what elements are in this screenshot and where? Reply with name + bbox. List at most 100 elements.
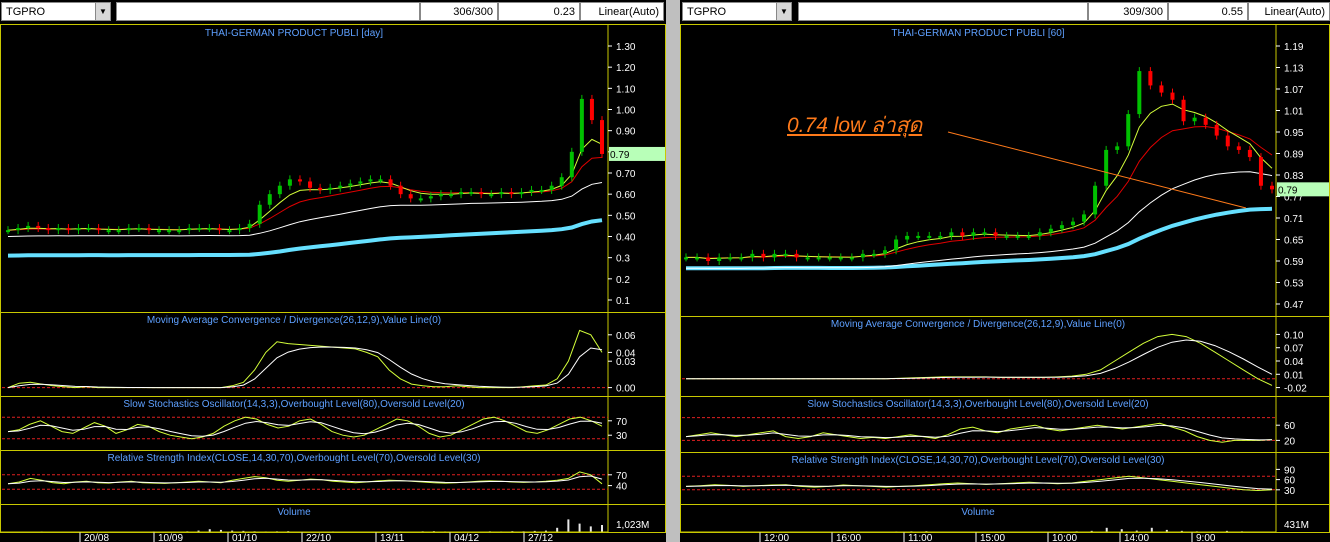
candle-body xyxy=(838,257,843,260)
candle-body xyxy=(816,257,821,260)
candle-body xyxy=(982,232,987,235)
candle-body xyxy=(157,230,162,233)
indicator-line xyxy=(686,333,1273,386)
price-tick-label: 0.59 xyxy=(1284,257,1304,268)
candle-body xyxy=(1082,214,1087,222)
volume-bar xyxy=(567,519,570,532)
candle-body xyxy=(559,177,564,186)
ma-short-line xyxy=(7,138,603,231)
candle-body xyxy=(805,257,810,260)
candle-body xyxy=(849,257,854,260)
candle-body xyxy=(56,228,61,231)
price-tick-label: 0.40 xyxy=(616,233,636,244)
candle-body xyxy=(328,187,333,190)
candle-body xyxy=(927,235,932,238)
candle-body xyxy=(167,230,172,233)
panel-divider[interactable] xyxy=(666,0,680,542)
price-tick-label: 1.00 xyxy=(616,106,636,117)
price-title: THAI-GERMAN PRODUCT PUBLI [60] xyxy=(891,28,1064,39)
left-chart-panel: TGPRO ▼ 306/300 0.23 Linear(Auto) THAI-G… xyxy=(0,0,666,542)
candle-body xyxy=(86,228,91,231)
price-tick-label: 0.89 xyxy=(1284,150,1304,161)
candle-body xyxy=(217,228,222,231)
x-tick-label: 10:00 xyxy=(1052,533,1077,542)
candle-body xyxy=(1104,149,1109,186)
candle-body xyxy=(860,253,865,258)
candle-body xyxy=(960,232,965,236)
candle-body xyxy=(750,253,755,258)
price-tick-label: 0.83 xyxy=(1284,171,1304,182)
x-tick-label: 16:00 xyxy=(836,533,861,542)
indicator-tick-label: 0.04 xyxy=(1284,357,1304,368)
candle-body xyxy=(827,257,832,260)
volume-tick-label: 431M xyxy=(1284,520,1309,531)
candle-body xyxy=(277,185,282,195)
candle-body xyxy=(1225,135,1230,147)
x-tick-label: 10/09 xyxy=(158,533,183,542)
last-price-label: 0.79 xyxy=(1278,185,1298,196)
indicator-tick-label: 20 xyxy=(1284,436,1296,447)
indicator-signal-line xyxy=(686,339,1273,380)
candle-body xyxy=(1148,71,1153,86)
candle-body xyxy=(569,151,574,178)
ma-long-line xyxy=(7,218,603,258)
macd-title: Moving Average Convergence / Divergence(… xyxy=(831,319,1125,330)
candle-body xyxy=(459,192,464,195)
candle-body xyxy=(1015,235,1020,238)
candle-body xyxy=(871,253,876,256)
volume-title: Volume xyxy=(961,507,995,518)
candle-body xyxy=(1037,232,1042,236)
candle-body xyxy=(318,187,323,190)
price-tick-label: 0.1 xyxy=(616,296,630,307)
candle-body xyxy=(398,185,403,195)
indicator-signal-line xyxy=(7,346,603,389)
candle-body xyxy=(993,232,998,236)
candle-body xyxy=(479,192,484,195)
candle-body xyxy=(794,253,799,258)
candle-body xyxy=(905,235,910,240)
candle-body xyxy=(539,189,544,192)
candle-body xyxy=(177,230,182,233)
indicator-tick-label: 0.07 xyxy=(1284,344,1304,355)
indicator-signal-line xyxy=(7,475,603,485)
pane-border-0 xyxy=(680,24,1330,317)
indicator-tick-label: 0.00 xyxy=(616,384,636,395)
candle-body xyxy=(247,223,252,229)
indicator-tick-label: 70 xyxy=(616,417,628,428)
candle-body xyxy=(136,228,141,231)
candle-body xyxy=(529,189,534,193)
volume-tick-label: 1,023M xyxy=(616,520,649,531)
x-tick-label: 27/12 xyxy=(528,533,553,542)
candle-body xyxy=(368,179,373,182)
candle-body xyxy=(883,250,888,254)
candle-body xyxy=(916,235,921,238)
candle-body xyxy=(1004,235,1009,238)
indicator-tick-label: 30 xyxy=(1284,486,1296,497)
volume-bar xyxy=(1105,527,1108,532)
candle-body xyxy=(1192,117,1197,122)
candle-body xyxy=(600,120,604,154)
price-tick-label: 0.3 xyxy=(616,254,630,265)
candle-body xyxy=(706,257,711,261)
candle-body xyxy=(408,194,413,199)
annotation-text: 0.74 low ล่าสุด xyxy=(787,114,923,137)
indicator-line xyxy=(7,416,603,440)
candle-body xyxy=(949,232,954,236)
candle-body xyxy=(1214,124,1219,136)
price-tick-label: 0.2 xyxy=(616,275,630,286)
candle-body xyxy=(96,228,101,231)
candle-body xyxy=(1181,99,1186,122)
right-chart-svg: THAI-GERMAN PRODUCT PUBLI [60] 1.19 1.13 1.… xyxy=(680,24,1330,542)
x-tick-label: 11:00 xyxy=(908,533,933,542)
candle-body xyxy=(1170,92,1175,100)
x-tick-label: 04/12 xyxy=(454,533,479,542)
candle-body xyxy=(378,179,383,182)
indicator-tick-label: 0.03 xyxy=(616,357,636,368)
price-tick-label: 1.07 xyxy=(1284,85,1304,96)
candle-body xyxy=(579,98,584,152)
price-tick-label: 0.65 xyxy=(1284,236,1304,247)
price-tick-label: 1.01 xyxy=(1284,107,1304,118)
candle-body xyxy=(938,235,943,238)
indicator-tick-label: 0.01 xyxy=(1284,370,1304,381)
volume-bar xyxy=(1150,527,1153,532)
